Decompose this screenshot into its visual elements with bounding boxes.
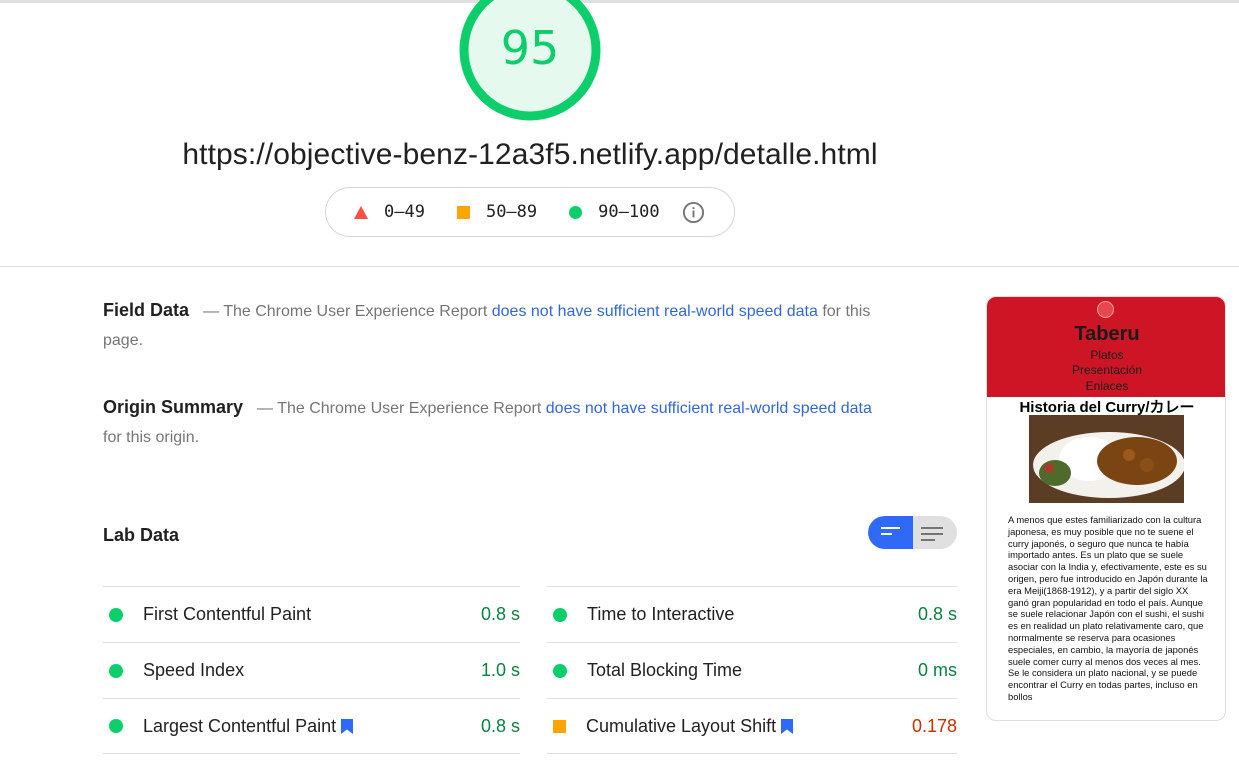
toggle-bar-view[interactable] bbox=[868, 516, 913, 549]
metric-label-text: First Contentful Paint bbox=[143, 604, 312, 624]
origin-summary-link[interactable]: does not have sufficient real-world spee… bbox=[546, 400, 872, 417]
metric-label: Largest Contentful Paint bbox=[143, 716, 481, 737]
metric-label-text: Total Blocking Time bbox=[587, 660, 743, 680]
field-data-prefix: — The Chrome User Experience Report bbox=[203, 303, 492, 320]
pass-circle-icon bbox=[553, 663, 567, 678]
final-screenshot-thumbnail[interactable]: Taberu Platos Presentación Enlaces Histo… bbox=[986, 296, 1226, 721]
toggle-list-view[interactable] bbox=[913, 516, 957, 549]
tested-url: https://objective-benz-12a3f5.netlify.ap… bbox=[182, 138, 878, 171]
metric-label: Speed Index bbox=[143, 660, 481, 681]
metric-row: Largest Contentful Paint 0.8 s bbox=[103, 698, 520, 754]
thumb-nav-item: Platos bbox=[1090, 348, 1124, 362]
pass-circle-icon bbox=[109, 663, 123, 678]
metric-value: 1.0 s bbox=[480, 660, 520, 680]
metric-view-toggle[interactable] bbox=[868, 516, 957, 549]
average-square-icon bbox=[456, 205, 470, 219]
metric-value: 0.178 bbox=[911, 715, 957, 736]
bookmark-icon[interactable] bbox=[781, 718, 794, 734]
metric-value: 0.8 s bbox=[480, 715, 520, 736]
metrics-column-right: Time to Interactive 0.8 s Total Blocking T… bbox=[547, 586, 957, 754]
fail-triangle-icon bbox=[354, 205, 368, 219]
thumb-header: Taberu Platos Presentación Enlaces bbox=[987, 297, 1225, 397]
origin-summary-section: Origin Summary — The Chrome User Experien… bbox=[103, 393, 883, 452]
origin-summary-title: Origin Summary bbox=[103, 397, 244, 417]
pass-circle-icon bbox=[109, 719, 123, 733]
metric-label-text: Cumulative Layout Shift bbox=[586, 715, 777, 736]
metric-row: First Contentful Paint 0.8 s bbox=[103, 586, 520, 642]
performance-score-gauge: 95 bbox=[457, 0, 603, 123]
metric-label-text: Largest Contentful Paint bbox=[143, 715, 337, 736]
info-circle-icon[interactable] bbox=[682, 201, 705, 224]
pass-circle-icon bbox=[553, 607, 567, 622]
metric-value: 0.8 s bbox=[480, 604, 520, 624]
top-border bbox=[0, 0, 1239, 3]
legend-pass: 90–100 bbox=[569, 202, 660, 222]
metric-row: Speed Index 1.0 s bbox=[103, 642, 520, 698]
metric-row: Total Blocking Time 0 ms bbox=[547, 642, 957, 698]
curry-photo bbox=[1029, 415, 1184, 503]
metric-value: 0 ms bbox=[917, 660, 957, 680]
score-legend: 0–49 50–89 90–100 bbox=[325, 187, 735, 237]
list-view-icon bbox=[921, 527, 943, 545]
origin-summary-prefix: — The Chrome User Experience Report bbox=[257, 400, 546, 417]
metric-label: Cumulative Layout Shift bbox=[586, 716, 912, 737]
thumb-heading: Historia del Curry/カレー bbox=[1019, 399, 1195, 416]
origin-summary-suffix: for this origin. bbox=[103, 429, 200, 446]
bookmark-icon[interactable] bbox=[341, 718, 354, 734]
site-logo-icon bbox=[1097, 301, 1114, 318]
thumb-brand: Taberu bbox=[1074, 323, 1140, 345]
performance-score-value: 95 bbox=[500, 21, 560, 75]
legend-fail-label: 0–49 bbox=[384, 202, 425, 222]
field-data-title: Field Data bbox=[103, 300, 190, 320]
thumb-body-text: A menos que estes familiarizado con la c… bbox=[1008, 514, 1208, 702]
pass-circle-icon bbox=[109, 607, 123, 622]
metric-label-text: Speed Index bbox=[143, 660, 245, 680]
thumb-nav-item: Presentación bbox=[1071, 363, 1143, 377]
metric-row: Cumulative Layout Shift 0.178 bbox=[547, 698, 957, 754]
metric-row: Time to Interactive 0.8 s bbox=[547, 586, 957, 642]
bar-view-icon bbox=[881, 527, 900, 539]
legend-pass-label: 90–100 bbox=[598, 202, 660, 222]
metric-label-text: Time to Interactive bbox=[587, 604, 735, 624]
average-square-icon bbox=[553, 719, 566, 733]
legend-fail: 0–49 bbox=[354, 202, 425, 222]
field-data-section: Field Data — The Chrome User Experience R… bbox=[103, 296, 883, 355]
legend-average: 50–89 bbox=[456, 202, 538, 222]
thumb-nav-item: Enlaces bbox=[1085, 379, 1129, 393]
header-divider bbox=[0, 266, 1239, 267]
lab-data-title: Lab Data bbox=[103, 525, 180, 545]
metric-value: 0.8 s bbox=[917, 604, 957, 624]
metric-label: First Contentful Paint bbox=[143, 604, 481, 625]
legend-average-label: 50–89 bbox=[485, 202, 538, 222]
field-data-link[interactable]: does not have sufficient real-world spee… bbox=[492, 303, 818, 320]
metrics-column-left: First Contentful Paint 0.8 s Speed Index 1.… bbox=[103, 586, 520, 754]
metric-label: Total Blocking Time bbox=[587, 660, 918, 681]
metric-label: Time to Interactive bbox=[587, 604, 918, 625]
pass-circle-icon bbox=[569, 205, 583, 219]
